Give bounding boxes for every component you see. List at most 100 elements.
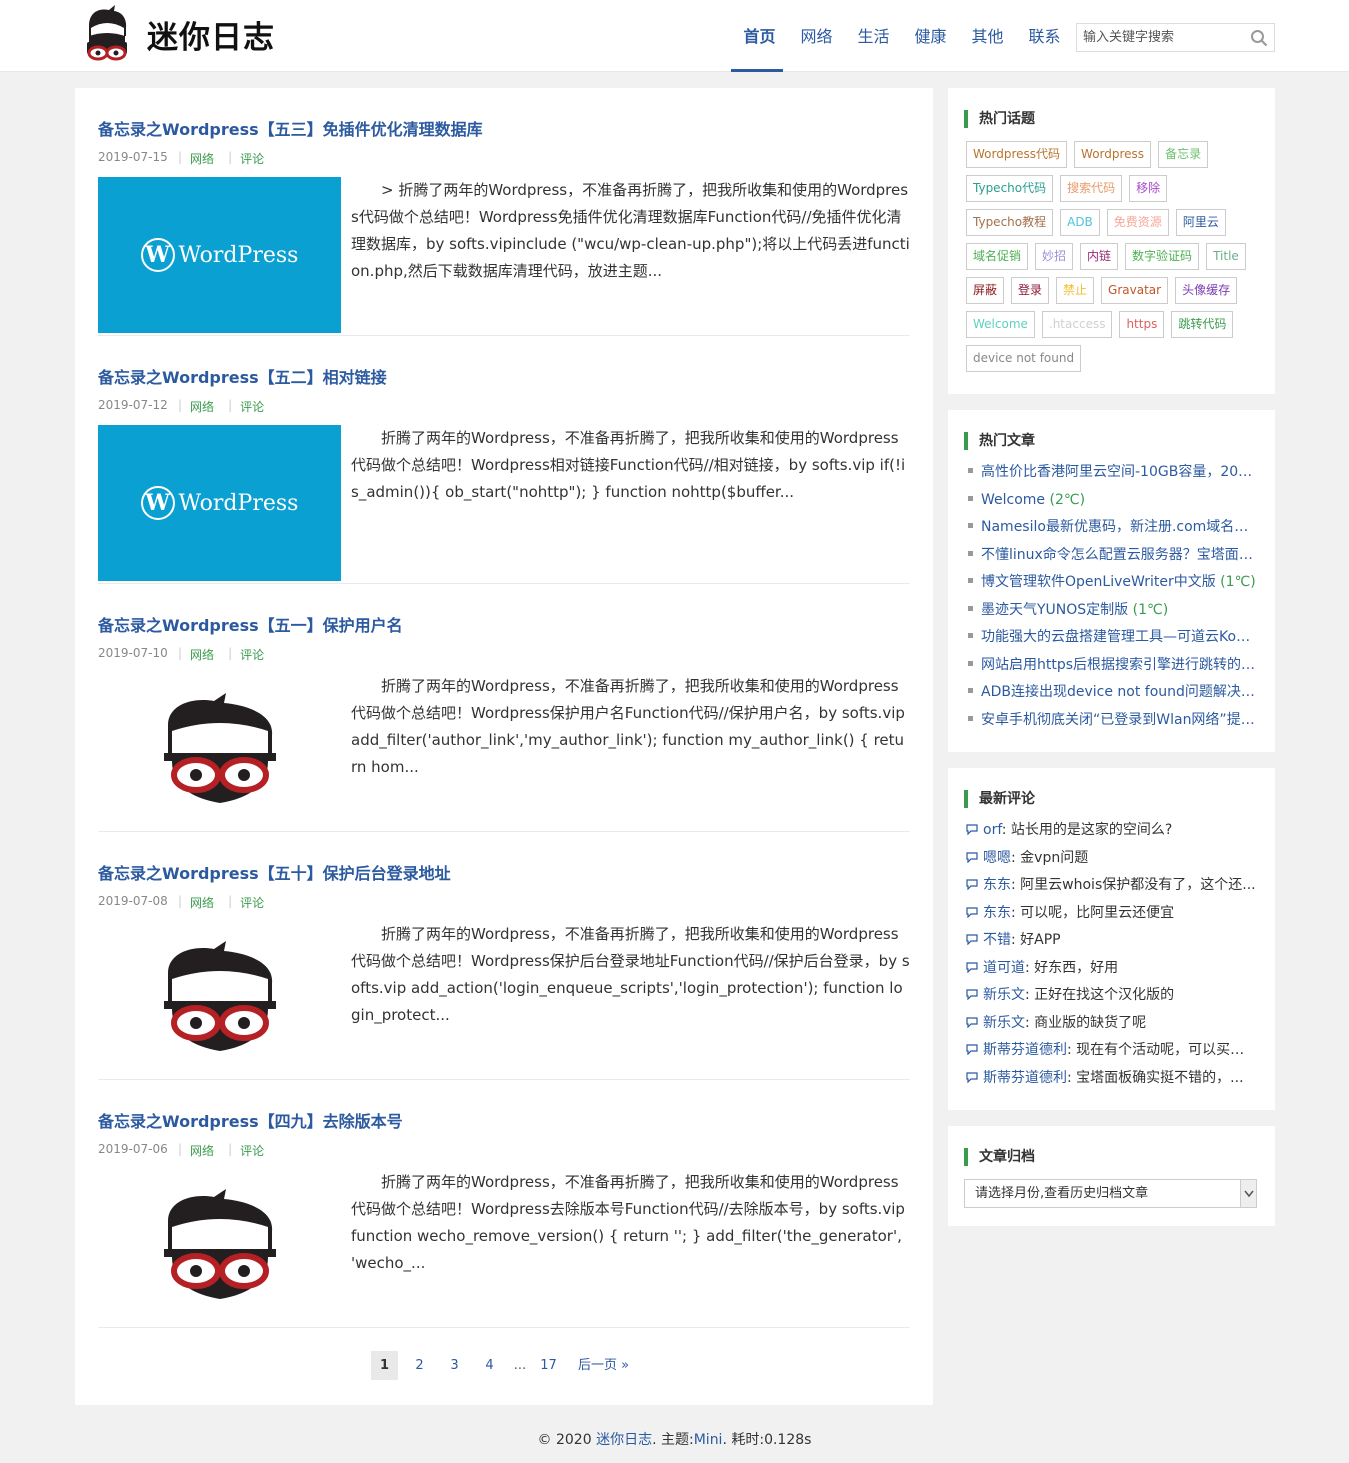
nav-contact[interactable]: 联系 [1016,0,1073,72]
post-thumbnail[interactable] [98,673,341,829]
footer-site-link[interactable]: 迷你日志 [596,1432,652,1448]
tag-link[interactable]: ADB [1060,209,1100,236]
wordpress-icon: W [140,486,175,520]
comment-item[interactable]: 新乐文: 正好在找这个汉化版的 [966,982,1258,1010]
tag-link[interactable]: Welcome [966,311,1035,338]
post-thumbnail[interactable]: W WordPress [98,177,341,333]
comment-item[interactable]: orf: 站长用的是这家的空间么? [966,817,1258,845]
comment-bubble-icon [966,961,978,973]
post-comment-link[interactable]: 评论 [240,646,264,663]
tag-link[interactable]: 禁止 [1056,277,1095,304]
tag-link[interactable]: Wordpress [1074,141,1152,168]
tag-link[interactable]: 搜索代码 [1060,175,1123,202]
comment-bubble-icon [966,989,978,1000]
hot-post-item[interactable]: 高性价比香港阿里云空间-10GB容量，200M... [966,459,1258,487]
tag-link[interactable]: 跳转代码 [1171,311,1234,338]
post-title-link[interactable]: 备忘录之Wordpress【五一】保护用户名 [98,612,403,636]
page-link[interactable]: 3 [441,1351,468,1380]
comment-item[interactable]: 不错: 好APP [966,927,1258,955]
post-thumbnail[interactable]: W WordPress [98,425,341,581]
tag-link[interactable]: 内链 [1080,243,1119,270]
comment-text: : 阿里云whois保护都没有了，这个还... [1011,877,1256,893]
search-icon[interactable] [1250,29,1268,47]
tag-link[interactable]: 头像缓存 [1175,277,1238,304]
tag-link[interactable]: Typecho代码 [966,175,1054,202]
footer-theme-link[interactable]: Mini [694,1432,723,1448]
post-category-link[interactable]: 网络 [190,894,214,911]
post-category-link[interactable]: 网络 [190,1142,214,1159]
comment-item[interactable]: 东东: 可以呢，比阿里云还便宜 [966,900,1258,928]
comment-item[interactable]: 东东: 阿里云whois保护都没有了，这个还... [966,872,1258,900]
page-link[interactable]: 4 [476,1351,503,1380]
tag-link[interactable]: Typecho教程 [966,209,1054,236]
meta-separator: | [228,646,233,660]
tag-link[interactable]: 屏蔽 [966,277,1005,304]
bullet-square-icon [968,605,973,611]
widget-title: 最新评论 [964,790,1035,808]
search-input[interactable] [1077,24,1237,51]
bullet-square-icon [968,495,973,501]
bullet-square-icon [968,688,973,693]
post-comment-link[interactable]: 评论 [240,894,264,911]
hot-post-item[interactable]: 不懂linux命令怎么配置云服务器？宝塔面板... [966,542,1258,570]
page-link[interactable]: 2 [406,1351,433,1380]
hot-post-item[interactable]: 功能强大的云盘搭建管理工具—可道云Kodexpl... [966,624,1258,652]
comment-item[interactable]: 斯蒂芬道德利: 现在有个活动呢，可以买一个... [966,1037,1258,1065]
tag-link[interactable]: 域名促销 [966,243,1029,270]
post-thumbnail[interactable] [98,1169,341,1325]
tag-link[interactable]: 数字验证码 [1125,243,1200,270]
chevron-down-icon[interactable] [1240,1180,1256,1207]
post-title-link[interactable]: 备忘录之Wordpress【五三】免插件优化清理数据库 [98,116,483,140]
tag-link[interactable]: https [1119,311,1165,338]
post-category-link[interactable]: 网络 [190,646,214,663]
tag-link[interactable]: 妙招 [1035,243,1074,270]
post-meta: 2019-07-10 | 网络 | 评论 [98,646,264,663]
post-list: 备忘录之Wordpress【五三】免插件优化清理数据库 2019-07-15 | 网络… [75,88,933,1405]
nav-life[interactable]: 生活 [845,0,902,72]
post-category-link[interactable]: 网络 [190,150,214,167]
comment-item[interactable]: 新乐文: 商业版的缺货了呢 [966,1010,1258,1038]
hot-post-item[interactable]: 博文管理软件OpenLiveWriter中文版 (1℃) [966,569,1258,597]
hot-post-count: (1℃) [1132,601,1169,618]
hot-post-item[interactable]: Namesilo最新优惠码，新注册.com域名仅需... [966,514,1258,542]
hot-post-title: Namesilo最新优惠码，新注册.com域名仅需... [981,519,1258,535]
hot-post-title: 网站启用https后根据搜索引擎进行跳转的代码... [981,656,1258,673]
tag-link[interactable]: Title [1206,243,1246,270]
comment-item[interactable]: 嗯嗯: 金vpn问题 [966,845,1258,873]
post-comment-link[interactable]: 评论 [240,1142,264,1159]
comment-item[interactable]: 斯蒂芬道德利: 宝塔面板确实挺不错的，... [966,1065,1258,1093]
archive-select[interactable]: 请选择月份,查看历史归档文章 [964,1179,1257,1208]
post-title-link[interactable]: 备忘录之Wordpress【五十】保护后台登录地址 [98,860,451,884]
hot-post-item[interactable]: Welcome (2℃) [966,487,1258,515]
tag-cloud: Wordpress代码 Wordpress 备忘录 Typecho代码 搜索代码 移除 Ty… [966,141,1266,379]
post-meta: 2019-07-15 | 网络 | 评论 [98,150,264,167]
next-page-link[interactable]: 后一页 » [578,1351,629,1380]
tag-link[interactable]: Gravatar [1101,277,1169,304]
post-comment-link[interactable]: 评论 [240,398,264,415]
post-item: 备忘录之Wordpress【五二】相对链接 2019-07-12 | 网络 | 评论 W Wo… [98,336,910,584]
page-link-last[interactable]: 17 [535,1351,562,1380]
tag-link[interactable]: Wordpress代码 [966,141,1068,168]
hot-post-item[interactable]: 安卓手机彻底关闭“已登录到Wlan网络”提示... [966,707,1258,735]
hot-post-item[interactable]: 网站启用https后根据搜索引擎进行跳转的代码... [966,652,1258,680]
tag-link[interactable]: 阿里云 [1175,209,1226,236]
site-logo[interactable]: 迷你日志 [77,4,275,64]
post-comment-link[interactable]: 评论 [240,150,264,167]
comment-item[interactable]: 道可道: 好东西，好用 [966,955,1258,983]
tag-link[interactable]: 免费资源 [1106,209,1169,236]
tag-link[interactable]: 移除 [1129,175,1168,202]
post-title-link[interactable]: 备忘录之Wordpress【四九】去除版本号 [98,1108,403,1132]
post-category-link[interactable]: 网络 [190,398,214,415]
tag-link[interactable]: device not found [966,345,1082,372]
nav-health[interactable]: 健康 [902,0,959,72]
hot-post-item[interactable]: 墨迹天气YUNOS定制版 (1℃) [966,597,1258,625]
post-title-link[interactable]: 备忘录之Wordpress【五二】相对链接 [98,364,387,388]
post-thumbnail[interactable] [98,921,341,1077]
nav-home[interactable]: 首页 [731,0,788,72]
tag-link[interactable]: .htaccess [1041,311,1113,338]
nav-other[interactable]: 其他 [959,0,1016,72]
nav-network[interactable]: 网络 [788,0,845,72]
hot-post-item[interactable]: ADB连接出现device not found问题解决方法... [966,679,1258,707]
tag-link[interactable]: 备忘录 [1158,141,1209,168]
tag-link[interactable]: 登录 [1011,277,1050,304]
